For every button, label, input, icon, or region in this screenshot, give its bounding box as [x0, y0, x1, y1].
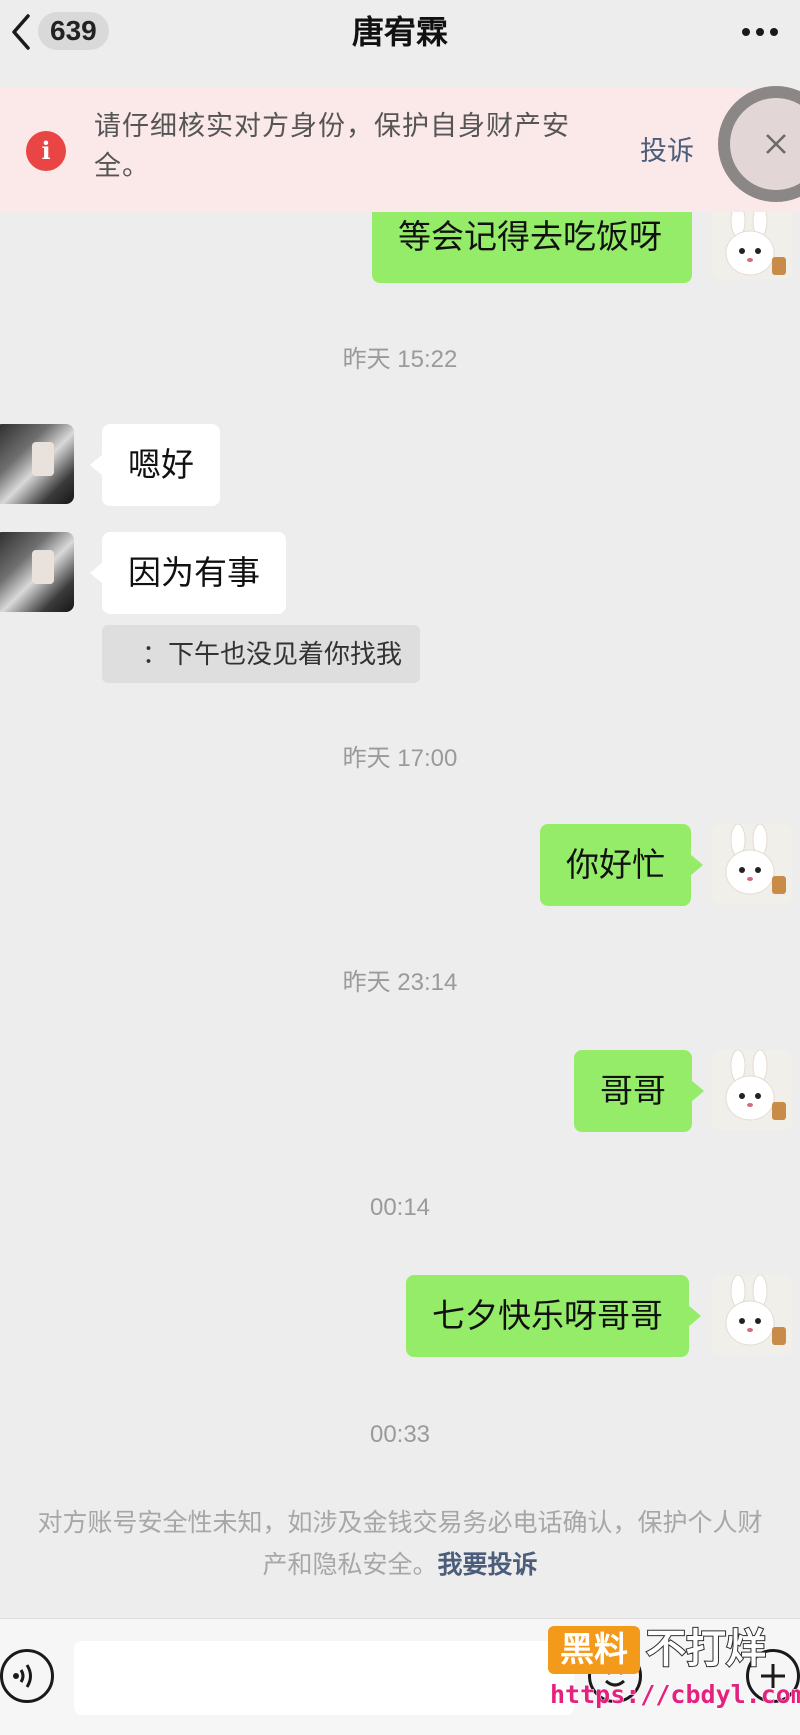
message-bubble-outgoing[interactable]: 七夕快乐呀哥哥: [406, 1275, 701, 1357]
voice-button[interactable]: [0, 1649, 54, 1703]
timestamp: 昨天 23:14: [342, 969, 458, 996]
chat-header: 639 唐宥霖: [0, 0, 800, 64]
more-icon[interactable]: [738, 18, 782, 46]
timestamp: 00:33: [369, 1421, 431, 1448]
self-avatar[interactable]: [712, 1275, 792, 1355]
timestamp: 00:14: [369, 1194, 431, 1221]
quoted-message[interactable]: ：下午也没见着你找我: [102, 625, 421, 683]
bunny-avatar-icon: [712, 205, 792, 279]
message-bubble-incoming[interactable]: 嗯好: [90, 424, 220, 506]
warning-text: 请仔细核实对方身份，保护自身财产安全。: [94, 111, 570, 181]
bunny-avatar-icon: [712, 1050, 792, 1130]
self-avatar[interactable]: [712, 1050, 792, 1130]
timestamp: 昨天 17:00: [342, 745, 458, 772]
self-avatar[interactable]: [712, 205, 792, 279]
message-bubble-incoming[interactable]: 因为有事: [90, 532, 286, 614]
voice-icon: [13, 1664, 32, 1688]
bunny-avatar-icon: [712, 824, 792, 904]
contact-avatar[interactable]: [0, 532, 74, 612]
message-bubble-outgoing[interactable]: 等会记得去吃饭呀: [372, 205, 692, 283]
system-notice-text: 对方账号安全性未知，如涉及金钱交易务必电话确认，保护个人财产和隐私安全。: [37, 1509, 763, 1579]
bunny-avatar-icon: [712, 1275, 792, 1355]
system-safety-notice: 对方账号安全性未知，如涉及金钱交易务必电话确认，保护个人财产和隐私安全。我要投诉: [30, 1502, 770, 1586]
close-icon: [766, 134, 786, 154]
timestamp: 昨天 15:22: [342, 346, 458, 373]
report-link[interactable]: 我要投诉: [438, 1551, 538, 1579]
contact-avatar[interactable]: [0, 424, 74, 504]
message-input[interactable]: [74, 1641, 574, 1715]
message-bubble-outgoing[interactable]: 哥哥: [574, 1050, 704, 1132]
message-bubble-outgoing[interactable]: 你好忙: [540, 824, 703, 906]
watermark-badge: 黑料: [548, 1626, 640, 1674]
watermark-title: 不打烊: [645, 1626, 767, 1672]
watermark-url: https://cbdyl.com: [550, 1680, 800, 1710]
report-link[interactable]: 投诉: [640, 136, 694, 166]
chat-title: 唐宥霖: [351, 14, 448, 50]
info-icon: i: [26, 131, 66, 171]
security-warning-banner: i 请仔细核实对方身份，保护自身财产安全。 投诉: [0, 88, 800, 212]
self-avatar[interactable]: [712, 824, 792, 904]
